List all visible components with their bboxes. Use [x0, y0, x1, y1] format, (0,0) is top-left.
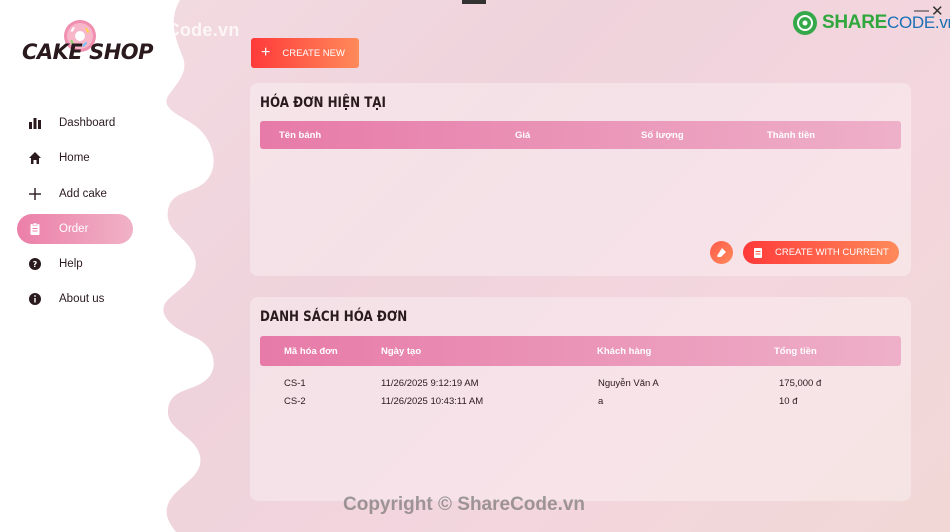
close-button[interactable]: ✕	[931, 2, 944, 20]
column-header: Ngày tạo	[381, 346, 422, 357]
sidebar-nav: Dashboard Home Add cake Order ? Help Abo…	[17, 108, 133, 320]
order-icon	[753, 247, 763, 258]
plus-icon	[28, 187, 42, 201]
invoice-id: CS-1	[284, 378, 306, 389]
sidebar-item-order[interactable]: Order	[17, 213, 133, 244]
minimize-button[interactable]: —	[914, 2, 929, 19]
column-header: Mã hóa đơn	[284, 346, 338, 357]
invoice-total: 10 đ	[779, 396, 798, 407]
invoice-total: 175,000 đ	[779, 378, 822, 389]
plus-icon: +	[261, 44, 271, 61]
brand-icon	[793, 11, 817, 35]
eraser-icon	[717, 248, 726, 257]
sidebar-item-label: Add cake	[59, 187, 107, 200]
sidebar-item-label: Help	[59, 258, 83, 271]
invoice-list-table-header: Mã hóa đơn Ngày tạo Khách hàng Tổng tiền	[260, 336, 901, 366]
invoice-date: 11/26/2025 9:12:19 AM	[381, 378, 479, 389]
invoice-date: 11/26/2025 10:43:11 AM	[381, 396, 484, 407]
create-new-label: CREATE NEW	[282, 47, 345, 59]
order-icon	[28, 222, 42, 236]
invoice-list-panel: DANH SÁCH HÓA ĐƠN Mã hóa đơn Ngày tạo Kh…	[250, 297, 911, 501]
brand-share: SHARE	[822, 12, 888, 33]
sidebar-item-home[interactable]: Home	[17, 143, 133, 173]
sidebar-item-label: Order	[59, 222, 89, 235]
window-notch	[462, 0, 486, 4]
app-logo-text: CAKE SHOP	[22, 40, 154, 64]
create-new-button[interactable]: + CREATE NEW	[251, 38, 359, 68]
invoice-id: CS-2	[284, 396, 306, 407]
bar-chart-icon	[28, 116, 42, 130]
invoice-customer: a	[598, 396, 604, 407]
svg-text:?: ?	[33, 260, 38, 269]
invoice-list-title: DANH SÁCH HÓA ĐƠN	[260, 309, 408, 325]
create-with-current-label: CREATE WITH CURRENT	[775, 247, 889, 258]
watermark-top: ShareCode.vn	[115, 20, 240, 40]
clear-button[interactable]	[710, 241, 733, 264]
sidebar-item-label: About us	[59, 293, 105, 306]
sidebar-item-about-us[interactable]: About us	[17, 284, 133, 314]
current-invoice-title: HÓA ĐƠN HIỆN TẠI	[260, 95, 386, 111]
sidebar-item-dashboard[interactable]: Dashboard	[17, 108, 133, 138]
column-header: Tổng tiền	[774, 346, 817, 357]
column-header: Thành tiền	[767, 130, 816, 141]
sidebar-item-add-cake[interactable]: Add cake	[17, 179, 133, 209]
home-icon	[28, 151, 42, 165]
column-header: Giá	[515, 130, 531, 141]
current-invoice-table-header: Tên bánh Giá Số lượng Thành tiền	[260, 121, 901, 149]
column-header: Số lượng	[641, 130, 684, 141]
help-icon: ?	[28, 257, 42, 271]
sidebar-item-label: Dashboard	[59, 117, 116, 129]
info-icon	[28, 292, 42, 306]
sidebar-item-label: Home	[59, 152, 90, 165]
sidebar-item-help[interactable]: ? Help	[17, 249, 133, 279]
column-header: Tên bánh	[279, 130, 322, 141]
column-header: Khách hàng	[597, 346, 652, 357]
invoice-customer: Nguyễn Văn A	[598, 378, 659, 389]
watermark-bottom: Copyright © ShareCode.vn	[343, 494, 586, 515]
create-with-current-button[interactable]: CREATE WITH CURRENT	[743, 241, 899, 264]
